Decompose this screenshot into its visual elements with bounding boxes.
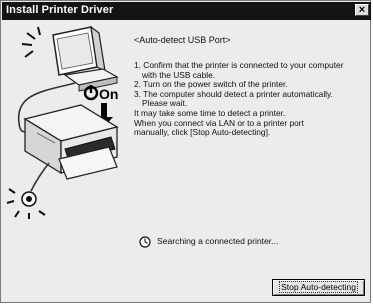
title-bar[interactable]: Install Printer Driver × xyxy=(2,2,371,20)
instruction-line: manually, click [Stop Auto-detecting]. xyxy=(134,127,271,138)
stop-button-label: Stop Auto-detecting xyxy=(278,281,359,293)
install-printer-driver-dialog: Install Printer Driver × On <Auto-detect… xyxy=(0,0,371,303)
stop-auto-detecting-button[interactable]: Stop Auto-detecting xyxy=(272,279,365,296)
window-title: Install Printer Driver xyxy=(6,4,114,16)
instructions-text: 1. Confirm that the printer is connected… xyxy=(134,60,366,138)
power-on-label: On xyxy=(99,86,118,102)
plug-burst-icon xyxy=(6,188,46,219)
status-text: Searching a connected printer... xyxy=(157,236,279,246)
connection-illustration: On xyxy=(6,25,119,219)
clock-icon xyxy=(139,236,151,248)
sun-burst-icon xyxy=(21,26,41,58)
computer-icon xyxy=(52,25,119,92)
port-mode-heading: <Auto-detect USB Port> xyxy=(134,35,231,45)
close-icon: × xyxy=(358,4,366,16)
close-button[interactable]: × xyxy=(355,4,369,16)
